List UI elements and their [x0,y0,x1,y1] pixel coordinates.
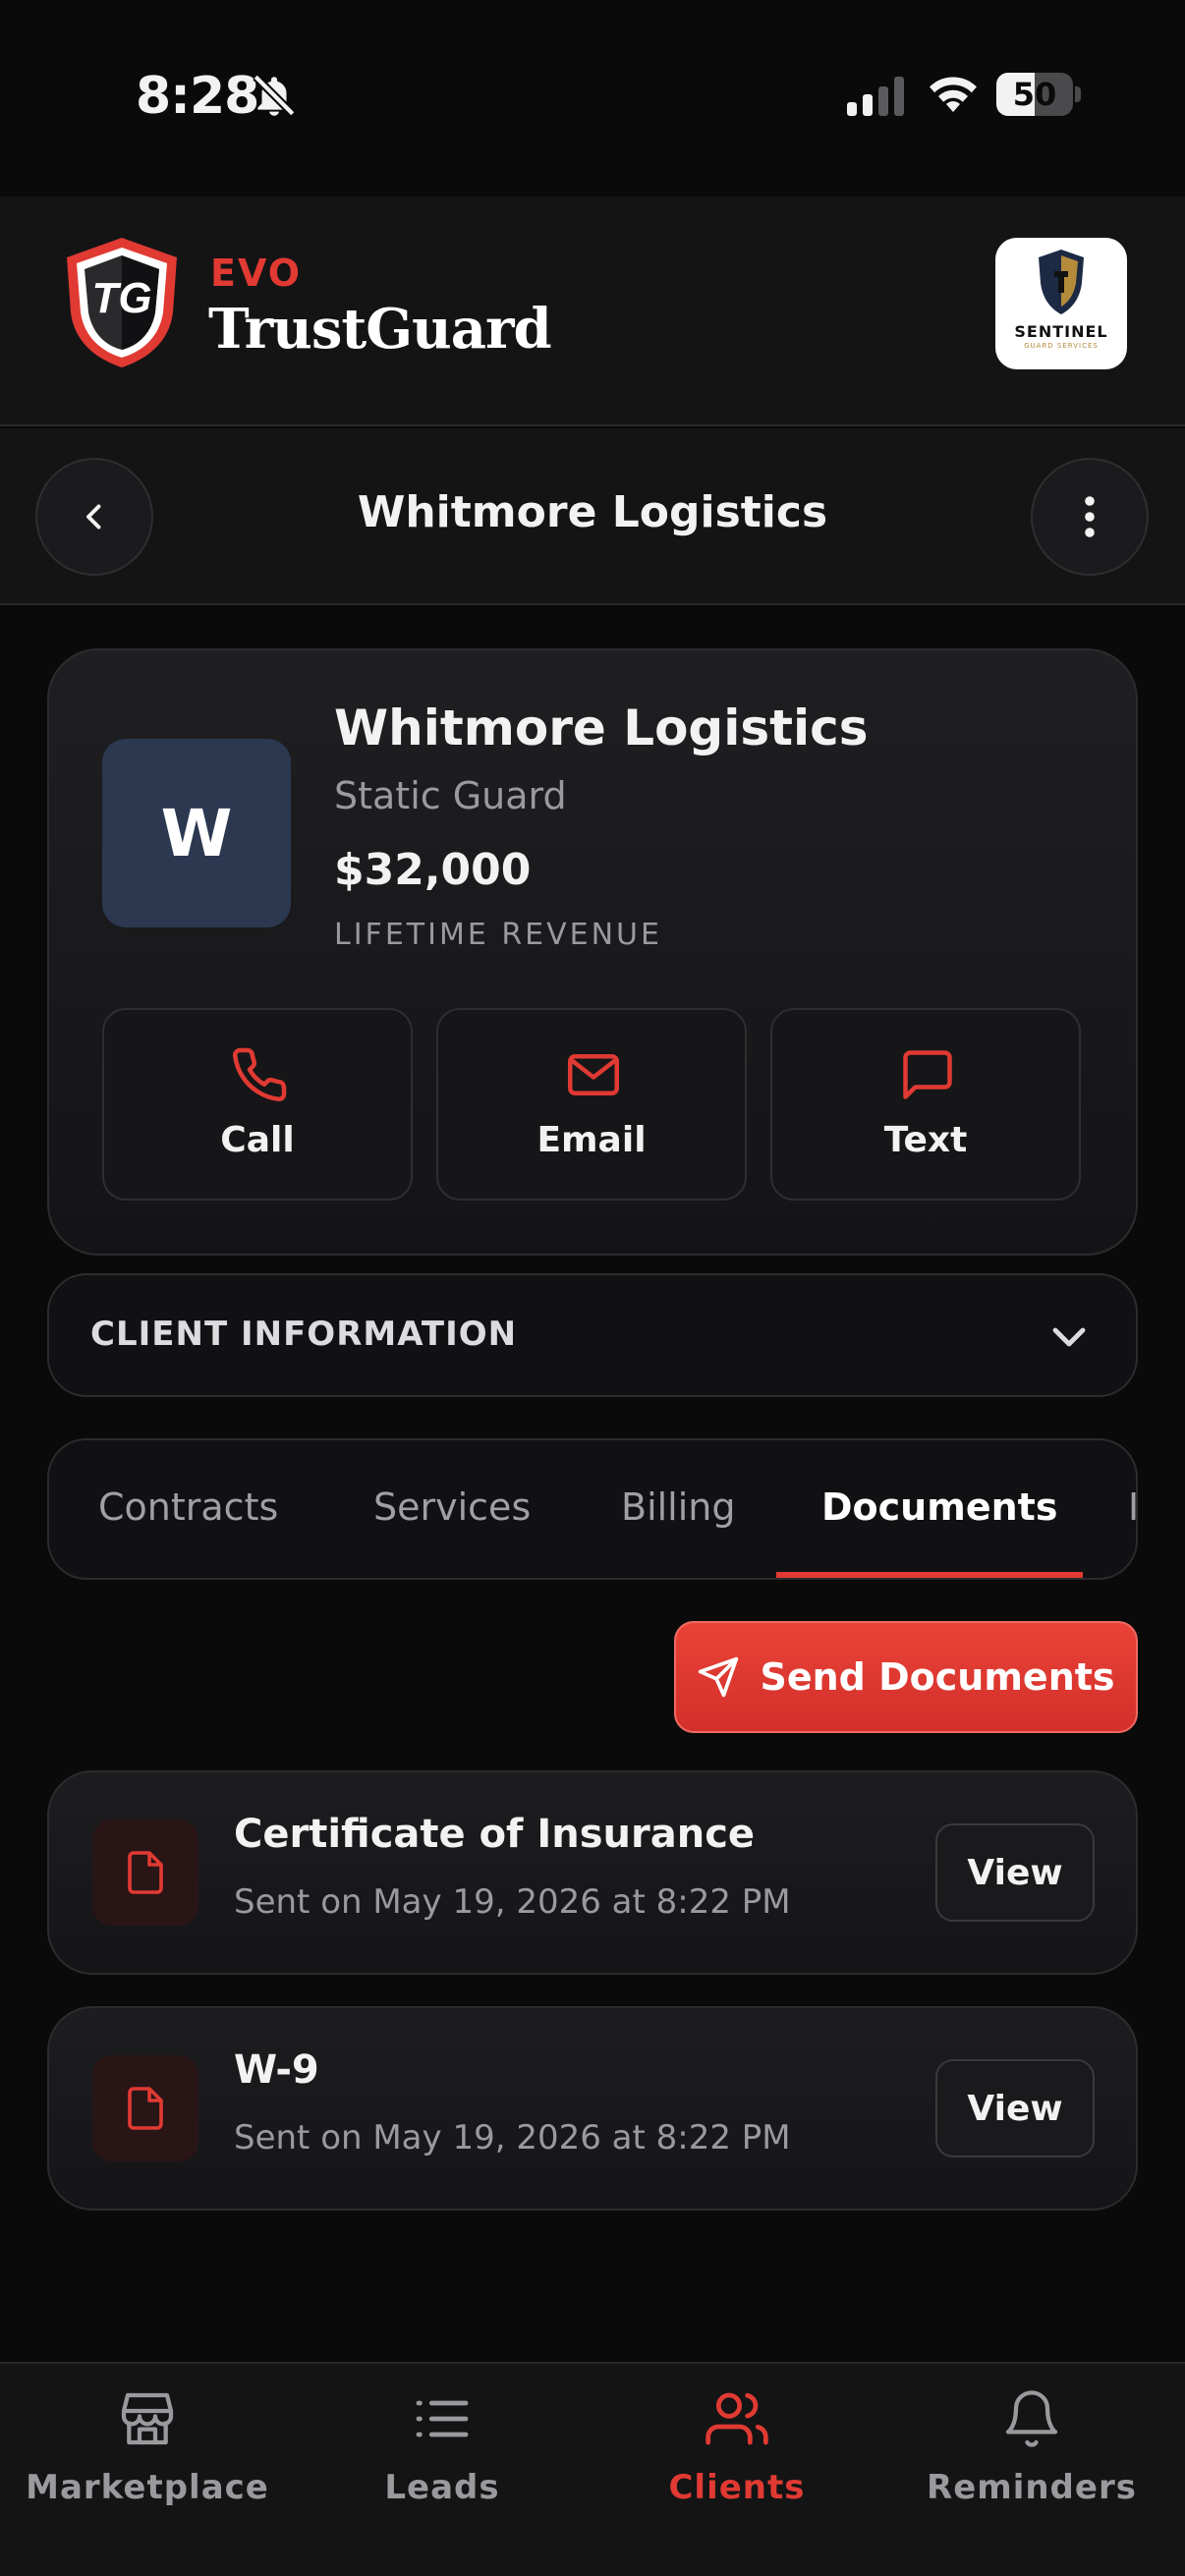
document-card: W-9 Sent on May 19, 2026 at 8:22 PM View [47,2006,1138,2211]
view-document-button[interactable]: View [935,1823,1095,1922]
file-icon [128,1851,163,1894]
document-icon-box [92,2055,198,2161]
battery-level: 50 [1012,76,1057,113]
message-square-icon [903,1050,952,1099]
store-icon [121,2392,174,2445]
client-information-label: CLIENT INFORMATION [90,1315,518,1354]
document-title: W-9 [234,2047,319,2093]
document-card: Certificate of Insurance Sent on May 19,… [47,1770,1138,1975]
tab-overflow[interactable]: I [1128,1485,1136,1529]
cellular-signal-icon [847,77,904,116]
bell-off-icon [253,74,296,117]
wifi-icon [930,77,977,112]
tab-billing[interactable]: Billing [621,1485,736,1529]
document-icon-box [92,1820,198,1926]
phone-icon [233,1047,287,1101]
client-tabs: Contracts Services Billing Documents I [47,1438,1138,1580]
view-document-button[interactable]: View [935,2059,1095,2157]
document-title: Certificate of Insurance [234,1812,756,1857]
call-button[interactable]: Call [102,1008,413,1201]
file-icon [128,2087,163,2130]
bottom-navigation: Marketplace Leads Clients Reminders [0,2362,1185,2576]
nav-leads-label: Leads [384,2468,500,2507]
back-button[interactable] [35,458,153,576]
client-revenue: $32,000 [334,845,532,895]
client-service-type: Static Guard [334,774,567,817]
tab-contracts[interactable]: Contracts [98,1485,278,1529]
users-icon [705,2392,768,2445]
more-options-button[interactable] [1031,458,1149,576]
client-avatar: W [102,739,291,927]
nav-clients-label: Clients [668,2468,806,2507]
email-label: Email [536,1120,647,1160]
tab-services[interactable]: Services [373,1485,531,1529]
call-label: Call [220,1120,295,1160]
nav-reminders-label: Reminders [927,2468,1137,2507]
tab-documents[interactable]: Documents [821,1485,1057,1529]
status-time: 8:28 [136,67,259,126]
nav-leads[interactable]: Leads [295,2387,590,2507]
sentinel-helmet-icon [1039,250,1084,314]
send-documents-button[interactable]: Send Documents [674,1621,1138,1733]
chevron-left-icon [86,504,101,530]
text-button[interactable]: Text [770,1008,1081,1201]
page-title: Whitmore Logistics [357,487,828,537]
nav-reminders[interactable]: Reminders [884,2387,1179,2507]
bell-icon [1005,2390,1058,2447]
battery-indicator: 50 [996,73,1081,116]
list-icon [416,2400,469,2437]
email-button[interactable]: Email [436,1008,747,1201]
more-vertical-icon [1085,496,1095,537]
text-label: Text [883,1120,968,1160]
nav-marketplace-label: Marketplace [26,2468,269,2507]
active-tab-indicator [776,1572,1083,1578]
nav-clients[interactable]: Clients [590,2387,884,2507]
trustguard-logo-icon: TG [67,238,177,367]
mail-icon [568,1054,619,1095]
send-icon [699,1656,739,1698]
sentinel-partner-logo[interactable]: SENTINEL GUARD SERVICES [995,238,1127,369]
partner-subtitle: GUARD SERVICES [1024,342,1099,350]
document-sent-date: Sent on May 19, 2026 at 8:22 PM [234,1882,791,1922]
nav-marketplace[interactable]: Marketplace [0,2387,295,2507]
brand-name: TrustGuard [208,297,552,362]
logo-letters: TG [91,274,151,322]
document-sent-date: Sent on May 19, 2026 at 8:22 PM [234,2118,791,2157]
partner-name: SENTINEL [1014,322,1108,341]
chevron-down-icon[interactable] [1045,1313,1093,1360]
send-documents-label: Send Documents [760,1655,1115,1699]
revenue-label: LIFETIME REVENUE [334,918,662,952]
brand-evo: EVO [210,252,303,295]
client-name: Whitmore Logistics [334,700,869,756]
